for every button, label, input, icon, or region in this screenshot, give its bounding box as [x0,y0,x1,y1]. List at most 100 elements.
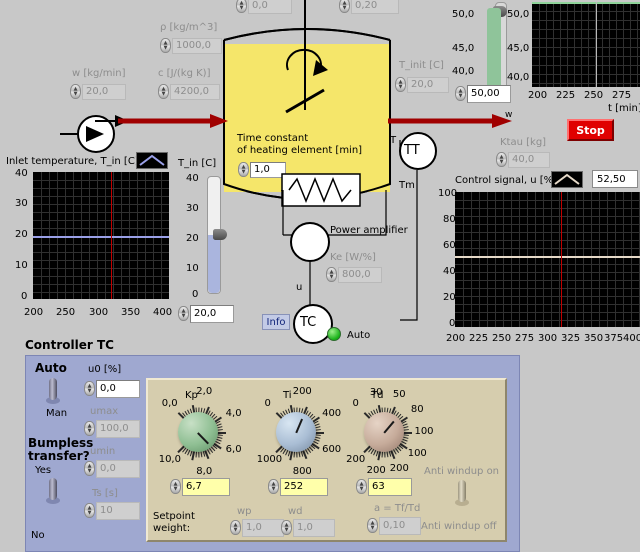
spin-buttons[interactable]: ▲ ▼ [160,38,171,53]
w-value[interactable]: 20,0 [82,83,126,100]
c-value[interactable]: 4200,0 [170,83,220,100]
spin-buttons[interactable]: ▲ ▼ [158,84,169,99]
knob-tick [384,451,386,458]
ti-value[interactable]: 252 [280,477,328,496]
w-control[interactable]: ▲ ▼ 20,0 [70,83,126,100]
td-knob[interactable] [364,412,404,452]
kp-numeric[interactable]: ▲ ▼ 6,7 [170,477,230,496]
antiwindup-switch[interactable] [455,480,469,506]
inlet-temperature-legend[interactable] [136,152,168,169]
ts-value[interactable]: 10 [96,501,140,520]
control-signal-title: Control signal, u [%] [455,175,558,186]
ti-knob[interactable] [276,412,316,452]
grid-line [623,192,624,327]
tin-ytick-1: 30 [15,198,28,209]
spin-buttons[interactable]: ▲ ▼ [326,267,337,282]
setpoint-chart[interactable] [532,2,640,87]
spin-buttons[interactable]: ▲ ▼ [84,503,95,518]
control-signal-chart[interactable] [455,192,640,327]
t-init-value[interactable]: 20,0 [407,76,449,93]
grid-line [511,192,512,327]
kp-value[interactable]: 6,7 [182,477,230,496]
u0-value[interactable]: 0,0 [96,379,140,398]
umin-control[interactable]: ▲ ▼ 0,0 [84,459,140,478]
wd-value[interactable]: 1,0 [293,518,335,537]
ts-control[interactable]: ▲ ▼ 10 [84,501,140,520]
stop-button[interactable]: Stop [567,119,614,141]
chart-cursor[interactable] [111,172,113,299]
ktau-value[interactable]: 40,0 [508,151,550,168]
ti-numeric[interactable]: ▲ ▼ 252 [268,477,328,496]
u0-control[interactable]: ▲ ▼ 0,0 [84,379,140,398]
umax-control[interactable]: ▲ ▼ 100,0 [84,419,140,438]
grid-line [455,264,640,265]
spin-buttons[interactable]: ▲ ▼ [395,77,406,92]
spin-buttons[interactable]: ▲ ▼ [84,421,95,436]
spin-buttons[interactable]: ▲ ▼ [84,381,95,396]
c-control[interactable]: ▲ ▼ 4200,0 [158,83,220,100]
td-value[interactable]: 63 [368,477,412,496]
ke-value[interactable]: 800,0 [338,266,382,283]
info-button[interactable]: Info [262,314,290,330]
alpha-value[interactable]: 0,10 [379,516,421,535]
bumpless-no-label: No [31,530,45,541]
inlet-slider-thumb[interactable] [213,229,227,240]
spin-buttons[interactable]: ▲ ▼ [496,152,507,167]
grid-line [455,304,640,305]
spin-buttons[interactable]: ▲ ▼ [356,479,367,494]
ktau-control[interactable]: ▲ ▼ 40,0 [496,151,550,168]
grid-line [532,29,640,30]
grid-line [455,248,640,249]
ke-control[interactable]: ▲ ▼ 800,0 [326,266,382,283]
top-right-value[interactable]: 0,20 [351,0,399,14]
wp-control[interactable]: ▲ ▼ 1,0 [230,518,284,537]
switch-stem[interactable] [49,478,57,500]
kp-knob[interactable] [178,412,218,452]
spin-buttons[interactable]: ▲ ▼ [455,86,466,101]
control-signal-value[interactable]: 52,50 [592,170,638,188]
td-numeric[interactable]: ▲ ▼ 63 [356,477,412,496]
rho-value[interactable]: 1000,0 [172,37,222,54]
spin-buttons[interactable]: ▲ ▼ [178,306,189,321]
wp-value[interactable]: 1,0 [242,518,284,537]
auto-man-switch[interactable] [46,378,60,404]
chart-cursor[interactable] [561,192,563,327]
spin-buttons[interactable]: ▲ ▼ [84,461,95,476]
grid-line [33,220,169,221]
umin-value[interactable]: 0,0 [96,459,140,478]
alpha-control[interactable]: ▲ ▼ 0,10 [367,516,421,535]
inlet-slider-tick-3: 10 [186,263,199,274]
setpoint-numeric[interactable]: ▲ ▼ 50,00 [455,84,511,103]
spin-buttons[interactable]: ▲ ▼ [268,479,279,494]
wd-control[interactable]: ▲ ▼ 1,0 [281,518,335,537]
inlet-temp-value[interactable]: 20,0 [190,304,234,323]
spin-buttons[interactable]: ▲ ▼ [70,84,81,99]
spin-buttons[interactable]: ▲ ▼ [238,162,249,177]
spin-buttons[interactable]: ▲ ▼ [281,520,292,535]
control-signal-legend[interactable] [551,171,583,188]
rho-control[interactable]: ▲ ▼ 1000,0 [160,37,222,54]
spin-buttons[interactable]: ▲ ▼ [230,520,241,535]
heater-tau-control[interactable]: ▲ ▼ 1,0 [238,161,286,178]
spin-buttons[interactable]: ▲ ▼ [170,479,181,494]
t-init-control[interactable]: ▲ ▼ 20,0 [395,76,449,93]
inlet-temperature-chart[interactable] [33,172,169,299]
rho-label: ρ [kg/m^3] [160,22,218,33]
grid-line [607,192,608,327]
switch-stem[interactable] [49,378,57,400]
switch-stem[interactable] [458,480,466,502]
auto-led-label: Auto [347,330,371,341]
inlet-temp-numeric[interactable]: ▲ ▼ 20,0 [178,304,234,323]
u-xtick-6: 350 [584,333,604,344]
spin-buttons[interactable]: ▲ ▼ [236,0,247,13]
spin-buttons[interactable]: ▲ ▼ [339,0,350,13]
stirrer-icon [285,0,328,114]
spin-buttons[interactable]: ▲ ▼ [367,518,378,533]
umax-value[interactable]: 100,0 [96,419,140,438]
top-right-numeric[interactable]: ▲ ▼ 0,20 [339,0,399,14]
bumpless-switch[interactable] [46,478,60,504]
grid-line [599,192,600,327]
heater-tau-label-line2: of heating element [min] [237,145,363,156]
setpoint-value[interactable]: 50,00 [467,84,511,103]
chart-cursor[interactable] [595,2,597,87]
